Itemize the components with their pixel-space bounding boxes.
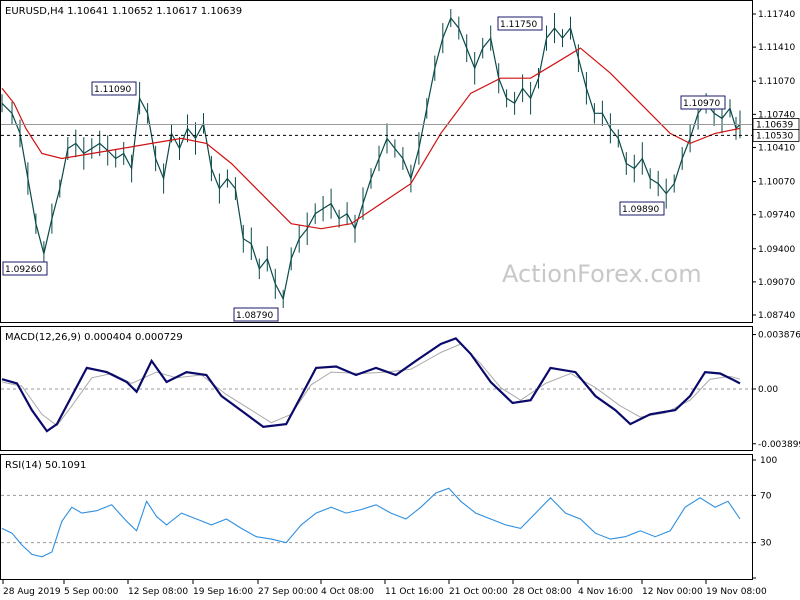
- main-y-tick-label: 1.09070: [758, 278, 795, 288]
- watermark: ActionForex.com: [502, 260, 702, 288]
- x-tick-label: 4 Oct 08:00: [321, 587, 374, 597]
- main-y-tick-label: 1.08740: [758, 311, 795, 321]
- current-price-label: 1.10639: [756, 120, 793, 130]
- price-annotation-label: 1.10970: [683, 99, 720, 109]
- main-y-tick-label: 1.09740: [758, 211, 795, 221]
- x-tick-label: 4 Nov 16:00: [578, 587, 633, 597]
- x-tick-label: 19 Nov 08:00: [706, 587, 767, 597]
- price-annotation-label: 1.08790: [236, 311, 273, 321]
- x-tick-label: 12 Nov 00:00: [642, 587, 703, 597]
- x-tick-label: 28 Aug 2019: [3, 587, 61, 597]
- eurusd-chart: ActionForex.com 1.11090 1.09260 1.08790 1.1…: [0, 0, 800, 597]
- price-annotation-label: 1.11090: [94, 85, 131, 95]
- x-tick-label: 27 Sep 00:00: [258, 587, 318, 597]
- chart-title: EURUSD,H4 1.10641 1.10652 1.10617 1.1063…: [5, 6, 242, 17]
- macd-y-tick-label: 0.00: [758, 385, 778, 395]
- main-y-tick-label: 1.11740: [758, 10, 795, 20]
- rsi-y-tick-label: 70: [760, 491, 772, 501]
- macd-y-tick-label: 0.003876: [758, 331, 800, 341]
- price-annotation-label: 1.09890: [622, 205, 659, 215]
- rsi-y-tick-label: 30: [760, 539, 772, 549]
- macd-label: MACD(12,26,9) 0.000404 0.000729: [5, 332, 183, 343]
- main-y-tick-label: 1.09400: [758, 245, 795, 255]
- price-annotation-label: 1.09260: [5, 265, 42, 275]
- main-y-tick-label: 1.11070: [758, 77, 795, 87]
- rsi-panel: [0, 454, 753, 580]
- x-tick-label: 19 Sep 16:00: [193, 587, 253, 597]
- price-annotation-label: 1.11750: [500, 20, 537, 30]
- x-tick-label: 5 Sep 00:00: [64, 587, 119, 597]
- x-tick-label: 21 Oct 00:00: [449, 587, 508, 597]
- x-tick-label: 12 Sep 08:00: [128, 587, 188, 597]
- x-tick-label: 28 Oct 08:00: [513, 587, 572, 597]
- main-y-tick-label: 1.10410: [758, 143, 795, 153]
- macd-y-tick-label: -0.003899: [758, 440, 800, 450]
- rsi-y-tick-label: 100: [760, 456, 777, 466]
- main-y-tick-label: 1.10070: [758, 178, 795, 188]
- rsi-label: RSI(14) 50.1091: [5, 460, 86, 471]
- x-tick-label: 11 Oct 16:00: [385, 587, 444, 597]
- main-y-tick-label: 1.11410: [758, 43, 795, 53]
- ref-price-label: 1.10530: [756, 131, 793, 141]
